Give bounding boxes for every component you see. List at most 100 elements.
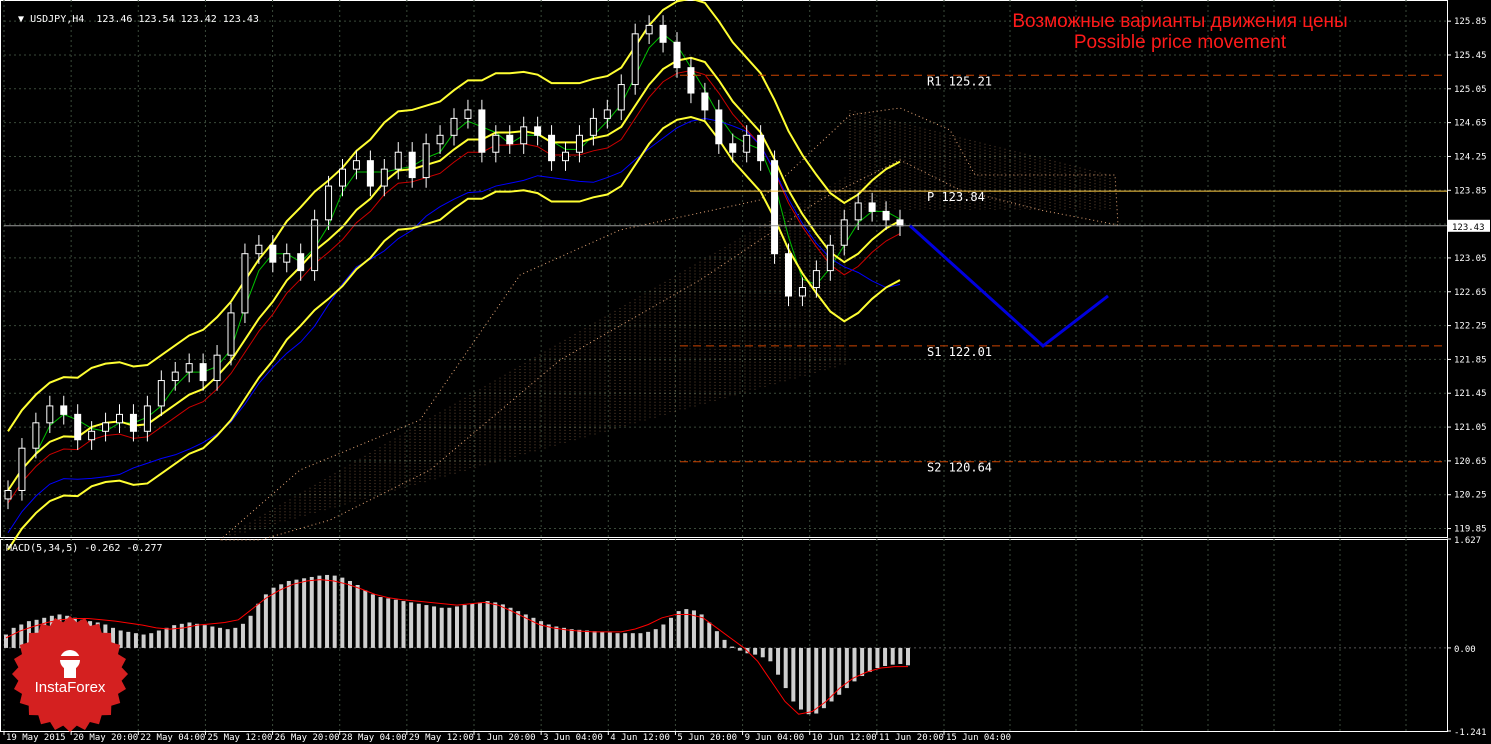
macd-bar	[141, 634, 146, 648]
banner-title: Возможные варианты движения цены Possibl…	[920, 11, 1440, 53]
macd-bar	[722, 639, 727, 648]
ichimoku-cloud	[218, 107, 1119, 541]
candle-body	[157, 380, 165, 407]
macd-bar	[577, 629, 582, 648]
macd-bar	[240, 623, 245, 648]
macd-bar	[210, 626, 215, 648]
macd-bar	[462, 605, 467, 648]
macd-bar	[562, 627, 567, 648]
price-tick-label: 122.65	[1454, 288, 1487, 298]
macd-bar	[508, 607, 513, 648]
candle-body	[366, 160, 374, 187]
collapse-triangle-icon[interactable]: ▼	[18, 14, 30, 25]
candle-body	[116, 413, 123, 424]
macd-tick-label: 0.00	[1454, 645, 1476, 655]
time-label: 25 May 12:00	[207, 733, 272, 743]
candle-body	[562, 151, 569, 162]
time-label: 28 May 04:00	[342, 733, 407, 743]
macd-bar	[455, 606, 459, 648]
macd-bar	[416, 603, 421, 648]
candle-body	[840, 219, 848, 246]
price-chart[interactable]: 19 May 2015 20 May 20:00 22 May 04:00 25 Ma…	[0, 0, 1491, 744]
logo-text: InstaForex	[35, 679, 106, 696]
candle-body	[4, 489, 12, 500]
price-tick-label: 124.25	[1454, 152, 1487, 162]
candle-body	[534, 126, 542, 136]
time-label: 20 May 20:00	[73, 733, 138, 743]
macd-bar	[370, 594, 375, 648]
candle-body	[826, 244, 834, 272]
macd-bar	[233, 627, 238, 648]
macd-bar	[286, 580, 291, 648]
time-label: 11 Jun 20:00	[879, 733, 944, 743]
price-tick-label: 121.05	[1454, 423, 1487, 433]
candle-body	[492, 134, 500, 153]
macd-bar	[653, 629, 658, 648]
macd-bar	[638, 633, 643, 648]
candle-body	[673, 41, 681, 69]
price-tick-label: 125.85	[1454, 17, 1487, 27]
forecast-path	[908, 224, 1109, 348]
macd-bar	[669, 617, 674, 648]
candle-body	[645, 24, 653, 35]
candle-body	[896, 219, 904, 227]
candle-body	[882, 210, 890, 221]
macd-bar	[623, 633, 628, 648]
candle-body	[771, 160, 779, 255]
macd-bar	[256, 603, 261, 648]
macd-bar	[646, 631, 651, 648]
level-label-P: P 123.84	[927, 190, 985, 204]
candle-body	[450, 117, 458, 136]
price-tick-label: 120.65	[1454, 457, 1487, 467]
macd-bar	[432, 606, 437, 648]
bollinger-lower	[7, 115, 901, 551]
level-label-R1: R1 125.21	[927, 74, 992, 88]
candle-body	[868, 202, 876, 212]
candle-body	[60, 405, 68, 415]
macd-bar	[699, 614, 704, 648]
candle-body	[548, 134, 556, 162]
candle-body	[255, 244, 263, 255]
macd-bar	[569, 629, 574, 648]
macd-bar	[133, 633, 138, 648]
macd-bar	[263, 594, 268, 648]
time-label: 5 Jun 20:00	[677, 733, 737, 743]
candle-body	[422, 143, 430, 179]
candle-body	[506, 134, 514, 145]
macd-bar	[737, 647, 742, 651]
candle-body	[171, 371, 179, 382]
macd-bar	[248, 615, 253, 648]
candle-body	[283, 253, 291, 263]
macd-tick-label: 1.627	[1454, 536, 1481, 546]
price-tick-label: 120.25	[1454, 491, 1487, 501]
candle-body	[603, 109, 611, 119]
macd-bar	[860, 647, 865, 677]
candle-body	[854, 202, 862, 221]
macd-bar	[470, 603, 475, 648]
chart-header: ▼ USDJPY,H4 123.46 123.54 123.42 123.43	[6, 3, 259, 25]
macd-bar	[821, 647, 826, 709]
price-tick-label: 122.25	[1454, 322, 1487, 332]
time-label: 29 May 12:00	[409, 733, 474, 743]
macd-bar	[753, 647, 758, 655]
price-tick-label: 119.85	[1454, 525, 1487, 535]
candle-body	[743, 134, 751, 153]
time-label: 9 Jun 04:00	[745, 733, 805, 743]
price-tick-label: 123.05	[1454, 254, 1487, 264]
candle-body	[701, 92, 709, 111]
candle-body	[297, 253, 305, 272]
candle-body	[757, 134, 765, 162]
macd-bar	[393, 599, 398, 648]
macd-bar	[546, 624, 551, 648]
candle-body	[785, 253, 792, 297]
candle-body	[325, 185, 333, 221]
macd-bar	[607, 632, 612, 648]
price-tick-label: 123.85	[1454, 186, 1487, 196]
candle-body	[311, 219, 319, 272]
macd-bar	[890, 647, 895, 665]
candle-body	[129, 413, 137, 432]
macd-bar	[317, 575, 322, 648]
candle-body	[352, 160, 360, 170]
candle-body	[589, 117, 597, 136]
candle-body	[380, 168, 388, 187]
